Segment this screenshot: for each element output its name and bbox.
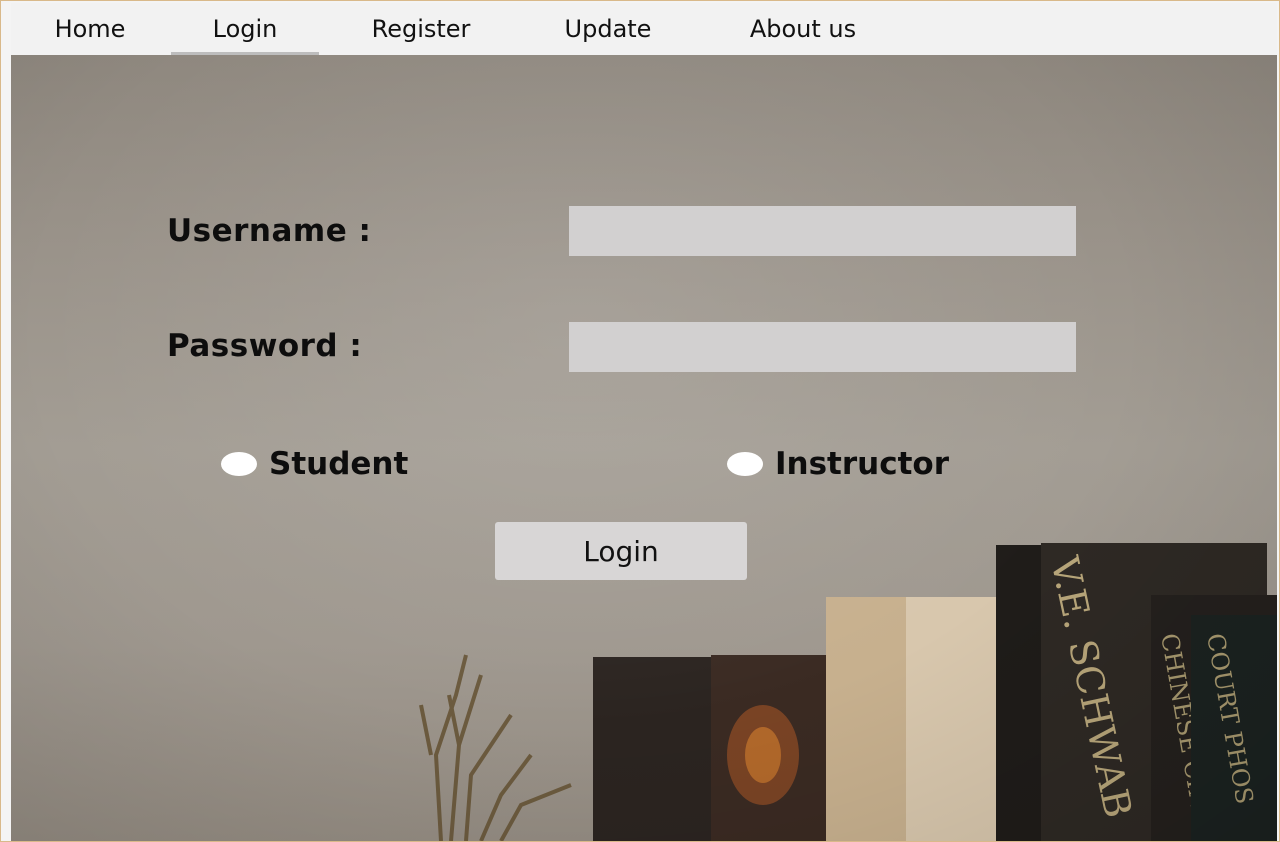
background-vignette (11, 55, 1277, 841)
username-label: Username : (167, 213, 372, 249)
radio-student-label: Student (269, 446, 409, 482)
radio-button-icon[interactable] (221, 452, 257, 476)
menu-bar: Home Login Register Update About us (11, 3, 1277, 56)
radio-instructor[interactable]: Instructor (727, 444, 949, 484)
tab-home[interactable]: Home (33, 3, 147, 55)
login-panel: V.E. SCHWAB CHINESE CIND COURT PHOS User… (11, 55, 1277, 841)
login-button[interactable]: Login (495, 522, 747, 580)
app-window: Home Login Register Update About us User… (0, 0, 1280, 842)
radio-instructor-label: Instructor (775, 446, 950, 482)
radio-button-icon[interactable] (727, 452, 763, 476)
password-input[interactable] (569, 322, 1076, 372)
tab-login[interactable]: Login (171, 3, 319, 55)
tab-update[interactable]: Update (535, 3, 681, 55)
username-input[interactable] (569, 206, 1076, 256)
radio-student[interactable]: Student (221, 444, 408, 484)
tab-about-us[interactable]: About us (715, 3, 891, 55)
password-label: Password : (167, 328, 363, 364)
tab-register[interactable]: Register (341, 3, 501, 55)
